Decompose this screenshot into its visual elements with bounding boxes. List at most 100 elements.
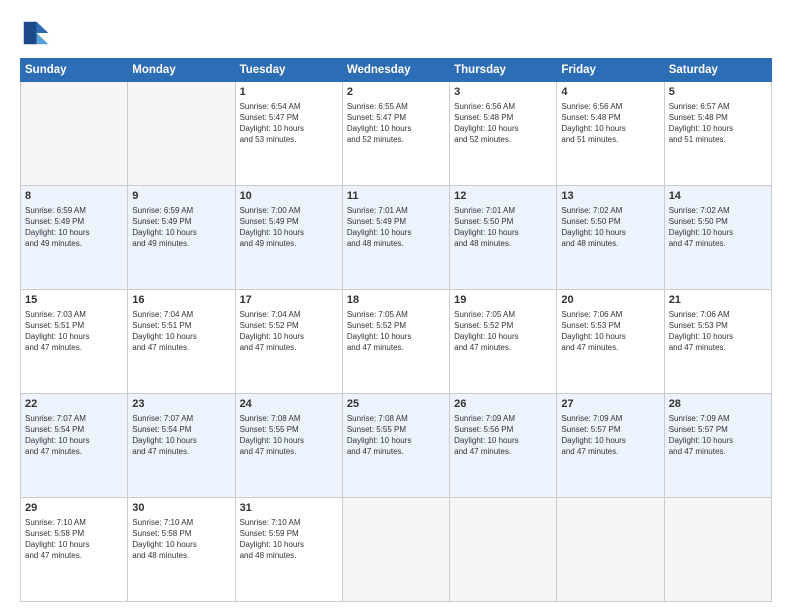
day-number: 14 — [669, 189, 767, 204]
header — [20, 18, 772, 48]
day-number: 22 — [25, 397, 123, 412]
calendar-cell: 12Sunrise: 7:01 AM Sunset: 5:50 PM Dayli… — [450, 186, 557, 290]
calendar-cell — [21, 82, 128, 186]
day-number: 10 — [240, 189, 338, 204]
cell-content: Sunrise: 7:09 AM Sunset: 5:57 PM Dayligh… — [669, 413, 767, 458]
day-number: 2 — [347, 85, 445, 100]
calendar-cell: 15Sunrise: 7:03 AM Sunset: 5:51 PM Dayli… — [21, 290, 128, 394]
calendar-cell: 8Sunrise: 6:59 AM Sunset: 5:49 PM Daylig… — [21, 186, 128, 290]
day-number: 16 — [132, 293, 230, 308]
day-number: 15 — [25, 293, 123, 308]
calendar-cell: 16Sunrise: 7:04 AM Sunset: 5:51 PM Dayli… — [128, 290, 235, 394]
cell-content: Sunrise: 7:09 AM Sunset: 5:57 PM Dayligh… — [561, 413, 659, 458]
cell-content: Sunrise: 7:05 AM Sunset: 5:52 PM Dayligh… — [347, 309, 445, 354]
calendar-cell: 17Sunrise: 7:04 AM Sunset: 5:52 PM Dayli… — [235, 290, 342, 394]
calendar-week-4: 22Sunrise: 7:07 AM Sunset: 5:54 PM Dayli… — [21, 394, 772, 498]
day-number: 19 — [454, 293, 552, 308]
cell-content: Sunrise: 7:08 AM Sunset: 5:55 PM Dayligh… — [240, 413, 338, 458]
cell-content: Sunrise: 6:59 AM Sunset: 5:49 PM Dayligh… — [132, 205, 230, 250]
day-number: 8 — [25, 189, 123, 204]
cell-content: Sunrise: 7:01 AM Sunset: 5:49 PM Dayligh… — [347, 205, 445, 250]
calendar-header-tuesday: Tuesday — [235, 59, 342, 82]
day-number: 29 — [25, 501, 123, 516]
day-number: 9 — [132, 189, 230, 204]
calendar-cell: 24Sunrise: 7:08 AM Sunset: 5:55 PM Dayli… — [235, 394, 342, 498]
calendar-cell: 2Sunrise: 6:55 AM Sunset: 5:47 PM Daylig… — [342, 82, 449, 186]
calendar-cell: 31Sunrise: 7:10 AM Sunset: 5:59 PM Dayli… — [235, 498, 342, 602]
calendar-cell: 1Sunrise: 6:54 AM Sunset: 5:47 PM Daylig… — [235, 82, 342, 186]
day-number: 18 — [347, 293, 445, 308]
calendar-header-thursday: Thursday — [450, 59, 557, 82]
calendar-header-saturday: Saturday — [664, 59, 771, 82]
cell-content: Sunrise: 7:07 AM Sunset: 5:54 PM Dayligh… — [25, 413, 123, 458]
calendar-cell: 25Sunrise: 7:08 AM Sunset: 5:55 PM Dayli… — [342, 394, 449, 498]
day-number: 11 — [347, 189, 445, 204]
calendar-header-row: SundayMondayTuesdayWednesdayThursdayFrid… — [21, 59, 772, 82]
day-number: 13 — [561, 189, 659, 204]
calendar-cell: 28Sunrise: 7:09 AM Sunset: 5:57 PM Dayli… — [664, 394, 771, 498]
cell-content: Sunrise: 7:04 AM Sunset: 5:51 PM Dayligh… — [132, 309, 230, 354]
day-number: 12 — [454, 189, 552, 204]
calendar-cell: 27Sunrise: 7:09 AM Sunset: 5:57 PM Dayli… — [557, 394, 664, 498]
logo — [20, 18, 54, 48]
calendar-cell: 4Sunrise: 6:56 AM Sunset: 5:48 PM Daylig… — [557, 82, 664, 186]
cell-content: Sunrise: 7:06 AM Sunset: 5:53 PM Dayligh… — [669, 309, 767, 354]
calendar-week-2: 8Sunrise: 6:59 AM Sunset: 5:49 PM Daylig… — [21, 186, 772, 290]
day-number: 25 — [347, 397, 445, 412]
cell-content: Sunrise: 7:08 AM Sunset: 5:55 PM Dayligh… — [347, 413, 445, 458]
calendar-cell — [128, 82, 235, 186]
day-number: 1 — [240, 85, 338, 100]
cell-content: Sunrise: 7:04 AM Sunset: 5:52 PM Dayligh… — [240, 309, 338, 354]
cell-content: Sunrise: 7:03 AM Sunset: 5:51 PM Dayligh… — [25, 309, 123, 354]
calendar-cell — [450, 498, 557, 602]
calendar-cell — [664, 498, 771, 602]
cell-content: Sunrise: 7:05 AM Sunset: 5:52 PM Dayligh… — [454, 309, 552, 354]
page: SundayMondayTuesdayWednesdayThursdayFrid… — [0, 0, 792, 612]
cell-content: Sunrise: 7:07 AM Sunset: 5:54 PM Dayligh… — [132, 413, 230, 458]
day-number: 21 — [669, 293, 767, 308]
cell-content: Sunrise: 7:10 AM Sunset: 5:59 PM Dayligh… — [240, 517, 338, 562]
calendar-cell: 9Sunrise: 6:59 AM Sunset: 5:49 PM Daylig… — [128, 186, 235, 290]
day-number: 3 — [454, 85, 552, 100]
cell-content: Sunrise: 6:56 AM Sunset: 5:48 PM Dayligh… — [561, 101, 659, 146]
cell-content: Sunrise: 6:54 AM Sunset: 5:47 PM Dayligh… — [240, 101, 338, 146]
calendar-cell: 14Sunrise: 7:02 AM Sunset: 5:50 PM Dayli… — [664, 186, 771, 290]
day-number: 31 — [240, 501, 338, 516]
day-number: 28 — [669, 397, 767, 412]
cell-content: Sunrise: 7:10 AM Sunset: 5:58 PM Dayligh… — [25, 517, 123, 562]
calendar-cell: 13Sunrise: 7:02 AM Sunset: 5:50 PM Dayli… — [557, 186, 664, 290]
cell-content: Sunrise: 6:55 AM Sunset: 5:47 PM Dayligh… — [347, 101, 445, 146]
calendar-cell — [342, 498, 449, 602]
calendar-header-wednesday: Wednesday — [342, 59, 449, 82]
calendar-cell: 26Sunrise: 7:09 AM Sunset: 5:56 PM Dayli… — [450, 394, 557, 498]
calendar-table: SundayMondayTuesdayWednesdayThursdayFrid… — [20, 58, 772, 602]
calendar-cell: 21Sunrise: 7:06 AM Sunset: 5:53 PM Dayli… — [664, 290, 771, 394]
cell-content: Sunrise: 6:57 AM Sunset: 5:48 PM Dayligh… — [669, 101, 767, 146]
day-number: 30 — [132, 501, 230, 516]
calendar-header-monday: Monday — [128, 59, 235, 82]
day-number: 17 — [240, 293, 338, 308]
calendar-cell: 5Sunrise: 6:57 AM Sunset: 5:48 PM Daylig… — [664, 82, 771, 186]
day-number: 26 — [454, 397, 552, 412]
cell-content: Sunrise: 7:02 AM Sunset: 5:50 PM Dayligh… — [669, 205, 767, 250]
calendar-cell: 22Sunrise: 7:07 AM Sunset: 5:54 PM Dayli… — [21, 394, 128, 498]
day-number: 24 — [240, 397, 338, 412]
logo-icon — [20, 18, 50, 48]
calendar-week-1: 1Sunrise: 6:54 AM Sunset: 5:47 PM Daylig… — [21, 82, 772, 186]
cell-content: Sunrise: 7:09 AM Sunset: 5:56 PM Dayligh… — [454, 413, 552, 458]
cell-content: Sunrise: 7:02 AM Sunset: 5:50 PM Dayligh… — [561, 205, 659, 250]
calendar-cell: 19Sunrise: 7:05 AM Sunset: 5:52 PM Dayli… — [450, 290, 557, 394]
calendar-header-friday: Friday — [557, 59, 664, 82]
cell-content: Sunrise: 6:59 AM Sunset: 5:49 PM Dayligh… — [25, 205, 123, 250]
cell-content: Sunrise: 6:56 AM Sunset: 5:48 PM Dayligh… — [454, 101, 552, 146]
calendar-cell: 30Sunrise: 7:10 AM Sunset: 5:58 PM Dayli… — [128, 498, 235, 602]
day-number: 5 — [669, 85, 767, 100]
day-number: 27 — [561, 397, 659, 412]
calendar-cell: 11Sunrise: 7:01 AM Sunset: 5:49 PM Dayli… — [342, 186, 449, 290]
day-number: 23 — [132, 397, 230, 412]
calendar-cell — [557, 498, 664, 602]
calendar-cell: 18Sunrise: 7:05 AM Sunset: 5:52 PM Dayli… — [342, 290, 449, 394]
cell-content: Sunrise: 7:00 AM Sunset: 5:49 PM Dayligh… — [240, 205, 338, 250]
calendar-cell: 3Sunrise: 6:56 AM Sunset: 5:48 PM Daylig… — [450, 82, 557, 186]
cell-content: Sunrise: 7:10 AM Sunset: 5:58 PM Dayligh… — [132, 517, 230, 562]
